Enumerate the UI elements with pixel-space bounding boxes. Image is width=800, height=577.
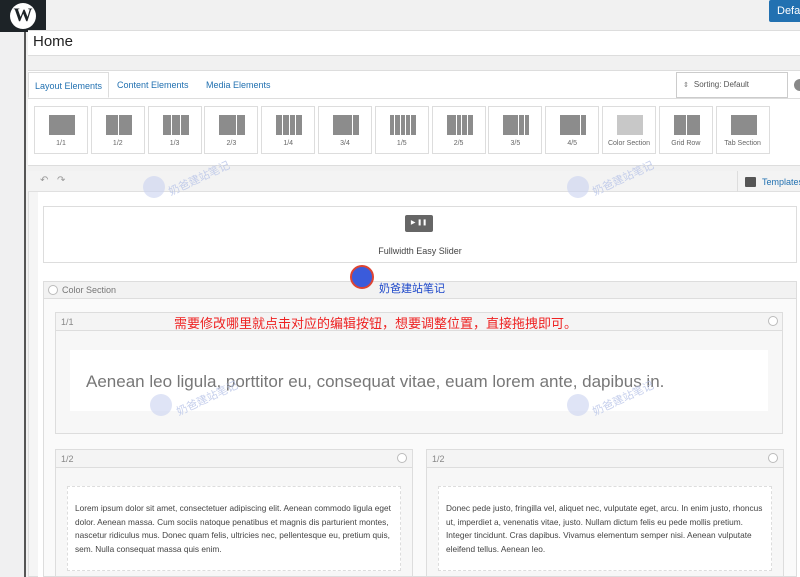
layout-element-1-5[interactable]: 1/5	[374, 106, 429, 154]
layout-element-label: 2/3	[226, 140, 237, 147]
admin-sidebar-edge	[0, 32, 26, 577]
watermark-mascot-icon	[150, 394, 172, 416]
column-size-label: 1/2	[61, 454, 74, 464]
title-field[interactable]	[28, 30, 800, 56]
toolbar-separator	[737, 171, 738, 192]
layout-element-icon	[673, 115, 700, 135]
help-icon[interactable]	[794, 79, 800, 91]
undo-icon[interactable]: ↶	[40, 175, 48, 186]
site-logo-text: 奶爸建站笔记	[379, 282, 445, 295]
tab-content-elements[interactable]: Content Elements	[111, 72, 195, 98]
color-section-label: Color Section	[62, 285, 117, 295]
column-size-label: 1/2	[432, 454, 445, 464]
layout-element-label: 4/5	[567, 140, 578, 147]
layout-element-2-5[interactable]: 2/5	[431, 106, 486, 154]
layout-element-icon	[162, 115, 189, 135]
layout-element-label: 1/2	[112, 140, 123, 147]
column-radio[interactable]	[768, 316, 778, 326]
redo-icon[interactable]: ↷	[57, 175, 65, 186]
layout-element-icon	[389, 115, 416, 135]
column-radio[interactable]	[397, 453, 407, 463]
wordpress-logo-icon[interactable]: W	[10, 3, 36, 29]
layout-element-icon	[219, 115, 246, 135]
layout-element-label: 3/5	[510, 140, 521, 147]
column-radio[interactable]	[768, 453, 778, 463]
layout-element-icon	[105, 115, 132, 135]
layout-element-label: 2/5	[453, 140, 464, 147]
layout-element-icon	[276, 115, 303, 135]
sort-arrows-icon: ⇕	[683, 82, 689, 89]
layout-element-1-2[interactable]: 1/2	[90, 106, 145, 154]
tab-divider	[28, 98, 800, 99]
column-size-label: 1/1	[61, 317, 74, 327]
layout-element-icon	[560, 115, 587, 135]
layout-element-1-3[interactable]: 1/3	[147, 106, 202, 154]
sorting-label: Sorting: Default	[693, 80, 750, 89]
layout-element-4-5[interactable]: 4/5	[545, 106, 600, 154]
watermark-mascot-icon	[143, 176, 165, 198]
layout-element-label: 3/4	[340, 140, 350, 147]
layout-element-2-3[interactable]: 2/3	[204, 106, 259, 154]
layout-element-label: Color Section	[607, 140, 651, 147]
slider-label: Fullwidth Easy Slider	[378, 246, 462, 256]
layout-element-3-4[interactable]: 3/4	[318, 106, 372, 154]
templates-button[interactable]: Templates	[762, 177, 800, 187]
default-button[interactable]: Default	[769, 0, 800, 22]
tab-media-elements[interactable]: Media Elements	[200, 72, 277, 98]
layout-element-label: 1/3	[169, 140, 180, 147]
layout-element-1-1[interactable]: 1/1	[34, 106, 88, 154]
layout-element-icon	[617, 115, 643, 135]
sorting-select[interactable]: ⇕ Sorting: Default	[676, 72, 788, 98]
color-section-radio[interactable]	[48, 285, 58, 295]
layout-element-tab-section[interactable]: Tab Section	[715, 106, 770, 154]
layout-element-color-section[interactable]: Color Section	[602, 106, 656, 154]
mascot-logo-icon	[350, 265, 374, 289]
layout-element-icon	[333, 115, 359, 135]
slider-icon: ▶ ❚❚	[405, 215, 433, 232]
layout-element-3-5[interactable]: 3/5	[488, 106, 543, 154]
instruction-annotation: 需要修改哪里就点击对应的编辑按钮，想要调整位置，直接拖拽即可。	[174, 317, 578, 332]
layout-element-icon	[446, 115, 473, 135]
layout-element-icon	[730, 115, 757, 135]
half-column-left-header[interactable]	[55, 449, 413, 468]
layout-element-label: Grid Row	[671, 140, 701, 147]
layout-element-grid-row[interactable]: Grid Row	[658, 106, 713, 154]
layout-element-1-4[interactable]: 1/4	[261, 106, 316, 154]
layout-element-label: 1/1	[56, 140, 66, 147]
layout-element-icon	[503, 115, 530, 135]
templates-icon[interactable]	[745, 177, 756, 187]
page-title: Home	[33, 33, 74, 50]
layout-element-icon	[49, 115, 75, 135]
text-block-content: Lorem ipsum dolor sit amet, consectetuer…	[75, 503, 391, 554]
watermark-mascot-icon	[567, 394, 589, 416]
layout-element-label: 1/4	[283, 140, 294, 147]
tab-layout-elements[interactable]: Layout Elements	[28, 72, 110, 98]
half-column-right-header[interactable]	[426, 449, 784, 468]
text-block-content: Donec pede justo, fringilla vel, aliquet…	[446, 503, 763, 554]
layout-element-label: 1/5	[396, 140, 407, 147]
layout-element-label: Tab Section	[724, 140, 761, 147]
watermark-mascot-icon	[567, 176, 589, 198]
text-block-content: Aenean leo ligula, porttitor eu, consequ…	[86, 372, 665, 391]
